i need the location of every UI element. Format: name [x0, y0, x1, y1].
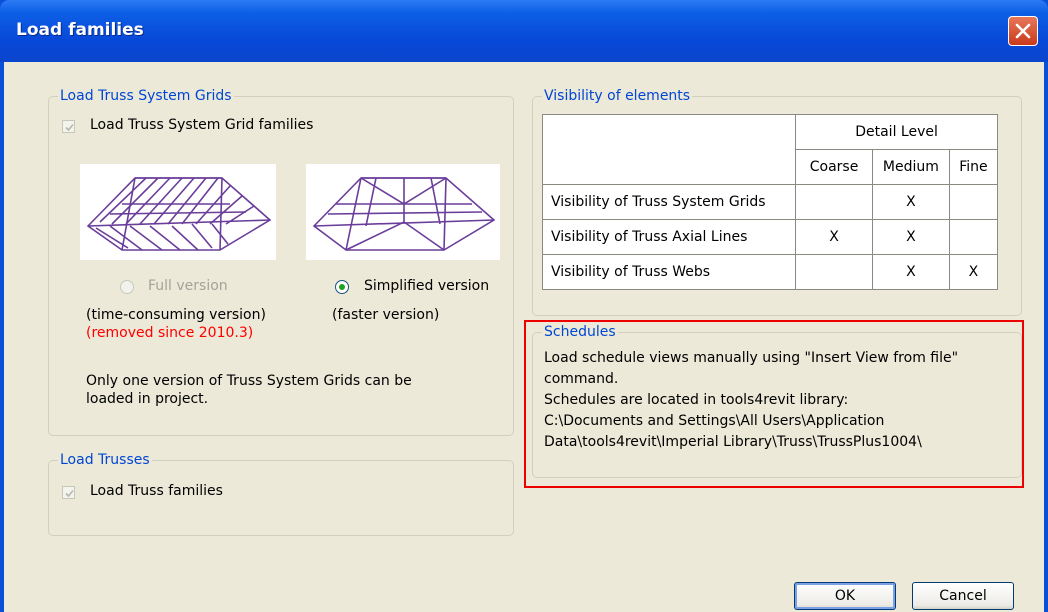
- title-bar[interactable]: Load families: [0, 0, 1048, 62]
- load-truss-families-checkbox[interactable]: [62, 486, 75, 499]
- ok-button[interactable]: OK: [794, 582, 896, 610]
- full-version-radio[interactable]: [120, 280, 134, 294]
- table-cell: X: [948, 254, 999, 290]
- table-row: Visibility of Truss Webs X X: [541, 254, 999, 290]
- dialog-client-area: Load Truss System Grids Load Truss Syste…: [4, 62, 1044, 612]
- visibility-legend: Visibility of elements: [542, 88, 693, 104]
- table-header-row: Detail Level: [541, 114, 998, 185]
- full-version-removed-note: (removed since 2010.3): [86, 325, 254, 341]
- table-cell: [948, 184, 999, 220]
- radio-selected-dot: [339, 284, 345, 290]
- dialog-window: Load families Load Truss System Grids Lo…: [0, 0, 1048, 612]
- grids-info-line-1: Only one version of Truss System Grids c…: [86, 373, 412, 389]
- grids-info-line-2: loaded in project.: [86, 391, 209, 407]
- column-header-medium: Medium: [871, 149, 950, 185]
- simplified-version-radio[interactable]: [335, 280, 349, 294]
- table-cell: X: [871, 254, 950, 290]
- simplified-version-label: Simplified version: [364, 278, 490, 294]
- roof-truss-simplified-icon: [312, 177, 496, 251]
- visibility-table: Detail Level Coarse Medium Fine Visibili…: [541, 114, 999, 290]
- trusses-legend: Load Trusses: [58, 452, 152, 468]
- check-icon: [65, 489, 74, 498]
- column-header-coarse: Coarse: [795, 149, 873, 185]
- full-version-note: (time-consuming version): [86, 307, 266, 323]
- detail-level-header: Detail Level: [795, 114, 998, 150]
- close-button[interactable]: [1008, 16, 1038, 46]
- roof-truss-full-icon: [86, 177, 272, 251]
- table-cell: [795, 254, 873, 290]
- table-cell: [795, 184, 873, 220]
- load-grid-families-checkbox[interactable]: [62, 120, 75, 133]
- load-truss-families-label: Load Truss families: [90, 483, 223, 499]
- table-cell: [948, 219, 999, 255]
- table-row: Visibility of Truss System Grids X: [541, 184, 999, 220]
- close-icon: [1015, 23, 1031, 39]
- table-cell: X: [871, 184, 950, 220]
- table-corner-cell: [541, 114, 797, 185]
- truss-grids-legend: Load Truss System Grids: [58, 88, 234, 104]
- row-label: Visibility of Truss System Grids: [541, 184, 797, 220]
- load-grid-families-label: Load Truss System Grid families: [90, 117, 314, 133]
- simplified-version-roof-image: [306, 164, 500, 260]
- schedules-highlight-frame: [524, 320, 1024, 488]
- cancel-button[interactable]: Cancel: [912, 582, 1014, 610]
- check-icon: [65, 123, 74, 132]
- table-cell: X: [871, 219, 950, 255]
- column-header-fine: Fine: [948, 149, 999, 185]
- simplified-version-note: (faster version): [332, 307, 440, 323]
- row-label: Visibility of Truss Axial Lines: [541, 219, 797, 255]
- row-label: Visibility of Truss Webs: [541, 254, 797, 290]
- window-title: Load families: [16, 20, 144, 40]
- full-version-label: Full version: [148, 278, 228, 294]
- table-cell: X: [795, 219, 873, 255]
- full-version-roof-image: [80, 164, 276, 260]
- table-row: Visibility of Truss Axial Lines X X: [541, 219, 999, 255]
